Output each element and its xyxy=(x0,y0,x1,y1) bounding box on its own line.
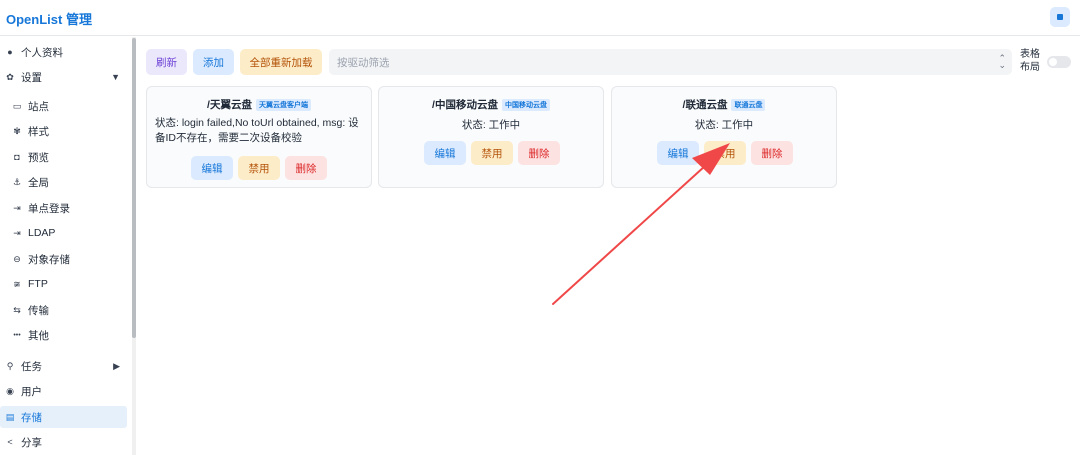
sidebar-item-label: 个人资料 xyxy=(21,46,63,59)
camera-icon: ◘ xyxy=(14,152,20,162)
refresh-button[interactable]: 刷新 xyxy=(146,49,187,75)
table-layout-label: 表格布局 xyxy=(1020,49,1040,73)
storage-path: /联通云盘 xyxy=(682,99,728,111)
profile-icon: ● xyxy=(7,47,13,57)
login-icon: ⇥ xyxy=(13,227,21,238)
storage-card-title: /天翼云盘 天翼云盘客户端 xyxy=(147,97,371,112)
edit-button[interactable]: 编辑 xyxy=(657,141,699,165)
sidebar-item-global[interactable]: ⚓ 全局 xyxy=(0,171,128,193)
storage-path: /中国移动云盘 xyxy=(432,99,498,111)
sidebar-item-label: LDAP xyxy=(28,227,56,239)
storage-card: /中国移动云盘 中国移动云盘 状态: 工作中 编辑 禁用 删除 xyxy=(378,86,604,188)
delete-button[interactable]: 删除 xyxy=(285,156,327,180)
top-header: OpenList 管理 xyxy=(0,0,1080,36)
transfer-icon: ⇆ xyxy=(13,304,21,315)
disable-button[interactable]: 禁用 xyxy=(471,141,513,165)
sidebar-item-site[interactable]: ▭ 站点 xyxy=(0,95,128,117)
disable-button[interactable]: 禁用 xyxy=(704,141,746,165)
storage-card: /天翼云盘 天翼云盘客户端 状态: login failed,No toUrl o… xyxy=(146,86,372,188)
storage-card-title: /中国移动云盘 中国移动云盘 xyxy=(379,97,603,112)
tasks-icon: ⚲ xyxy=(6,360,14,371)
logout-icon xyxy=(1057,14,1063,20)
storage-path: /天翼云盘 xyxy=(207,99,252,111)
bucket-icon: ⊖ xyxy=(13,253,21,264)
toggle-knob xyxy=(1049,58,1057,66)
app-title[interactable]: OpenList 管理 xyxy=(6,9,92,28)
sidebar-item-storage[interactable]: ▤ 存储 xyxy=(0,406,127,428)
add-button[interactable]: 添加 xyxy=(193,49,234,75)
driver-filter-select[interactable]: 按驱动筛选 ⌃ ⌄ xyxy=(329,49,1012,75)
more-icon: ••• xyxy=(13,331,21,339)
sidebar-item-settings[interactable]: ✿ 设置 ▼ xyxy=(0,66,128,88)
edit-button[interactable]: 编辑 xyxy=(424,141,466,165)
storage-status: 状态: 工作中 xyxy=(694,119,754,131)
sidebar-item-label: 样式 xyxy=(28,125,49,138)
table-layout-toggle[interactable] xyxy=(1047,56,1071,68)
storage-card-title: /联通云盘 联通云盘 xyxy=(612,97,836,112)
share-icon: < xyxy=(7,437,13,447)
sidebar-item-label: 站点 xyxy=(28,100,49,113)
sidebar-item-ftp[interactable]: ≆ FTP xyxy=(0,273,128,295)
sidebar-item-label: 存储 xyxy=(21,411,42,424)
sidebar-item-sso[interactable]: ⇥ 单点登录 xyxy=(0,197,128,219)
storage-status: 状态: 工作中 xyxy=(461,119,521,131)
select-caret-icon: ⌃ ⌄ xyxy=(998,53,1006,70)
sidebar-item-profile[interactable]: ● 个人资料 xyxy=(0,41,128,63)
sidebar-item-label: 全局 xyxy=(28,176,49,189)
sidebar-item-label: 预览 xyxy=(28,151,49,164)
chevron-right-icon: ▶ xyxy=(113,360,120,371)
storage-icon: ▤ xyxy=(5,411,15,422)
sidebar-item-preview[interactable]: ◘ 预览 xyxy=(0,146,128,168)
delete-button[interactable]: 删除 xyxy=(751,141,793,165)
driver-badge: 中国移动云盘 xyxy=(501,99,550,111)
sidebar-item-users[interactable]: ◉ 用户 xyxy=(0,380,128,402)
disable-button[interactable]: 禁用 xyxy=(238,156,280,180)
storage-card: /联通云盘 联通云盘 状态: 工作中 编辑 禁用 删除 xyxy=(611,86,837,188)
sidebar-item-tasks[interactable]: ⚲ 任务 ▶ xyxy=(0,355,128,377)
sidebar-item-ldap[interactable]: ⇥ LDAP xyxy=(0,222,128,244)
anchor-icon: ⚓ xyxy=(12,176,22,187)
driver-filter-placeholder: 按驱动筛选 xyxy=(337,56,390,69)
reload-all-button[interactable]: 全部重新加载 xyxy=(240,49,322,75)
sidebar-item-label: 对象存储 xyxy=(28,253,70,266)
edit-button[interactable]: 编辑 xyxy=(191,156,233,180)
window-icon: ▭ xyxy=(12,100,22,111)
sidebar-item-label: 分享 xyxy=(21,436,42,449)
sidebar-item-object-storage[interactable]: ⊖ 对象存储 xyxy=(0,248,128,270)
delete-button[interactable]: 删除 xyxy=(518,141,560,165)
storage-status: 状态: login failed,No toUrl obtained, msg:… xyxy=(155,117,359,144)
sidebar-item-label: 单点登录 xyxy=(28,202,70,215)
user-icon: ◉ xyxy=(6,385,14,396)
sidebar-item-label: 设置 xyxy=(21,71,42,84)
logout-button[interactable] xyxy=(1050,7,1070,27)
gear-icon: ✿ xyxy=(6,71,14,82)
driver-badge: 联通云盘 xyxy=(731,99,766,111)
palette-icon: ✾ xyxy=(13,125,21,136)
sidebar-item-style[interactable]: ✾ 样式 xyxy=(0,120,128,142)
sidebar-item-label: 用户 xyxy=(21,385,42,398)
sidebar-item-label: 其他 xyxy=(28,329,49,342)
sidebar-item-other[interactable]: ••• 其他 xyxy=(0,324,128,346)
sidebar-item-label: 任务 xyxy=(21,360,42,373)
sidebar-item-label: 传输 xyxy=(28,304,49,317)
server-icon: ≆ xyxy=(13,278,21,289)
sidebar-scrollbar-thumb[interactable] xyxy=(132,38,136,338)
chevron-down-icon: ▼ xyxy=(111,72,120,82)
sidebar-item-share[interactable]: < 分享 xyxy=(0,431,128,453)
sidebar-item-transfer[interactable]: ⇆ 传输 xyxy=(0,299,128,321)
driver-badge: 天翼云盘客户端 xyxy=(255,99,311,111)
login-icon: ⇥ xyxy=(13,202,21,213)
sidebar-item-label: FTP xyxy=(28,278,48,290)
